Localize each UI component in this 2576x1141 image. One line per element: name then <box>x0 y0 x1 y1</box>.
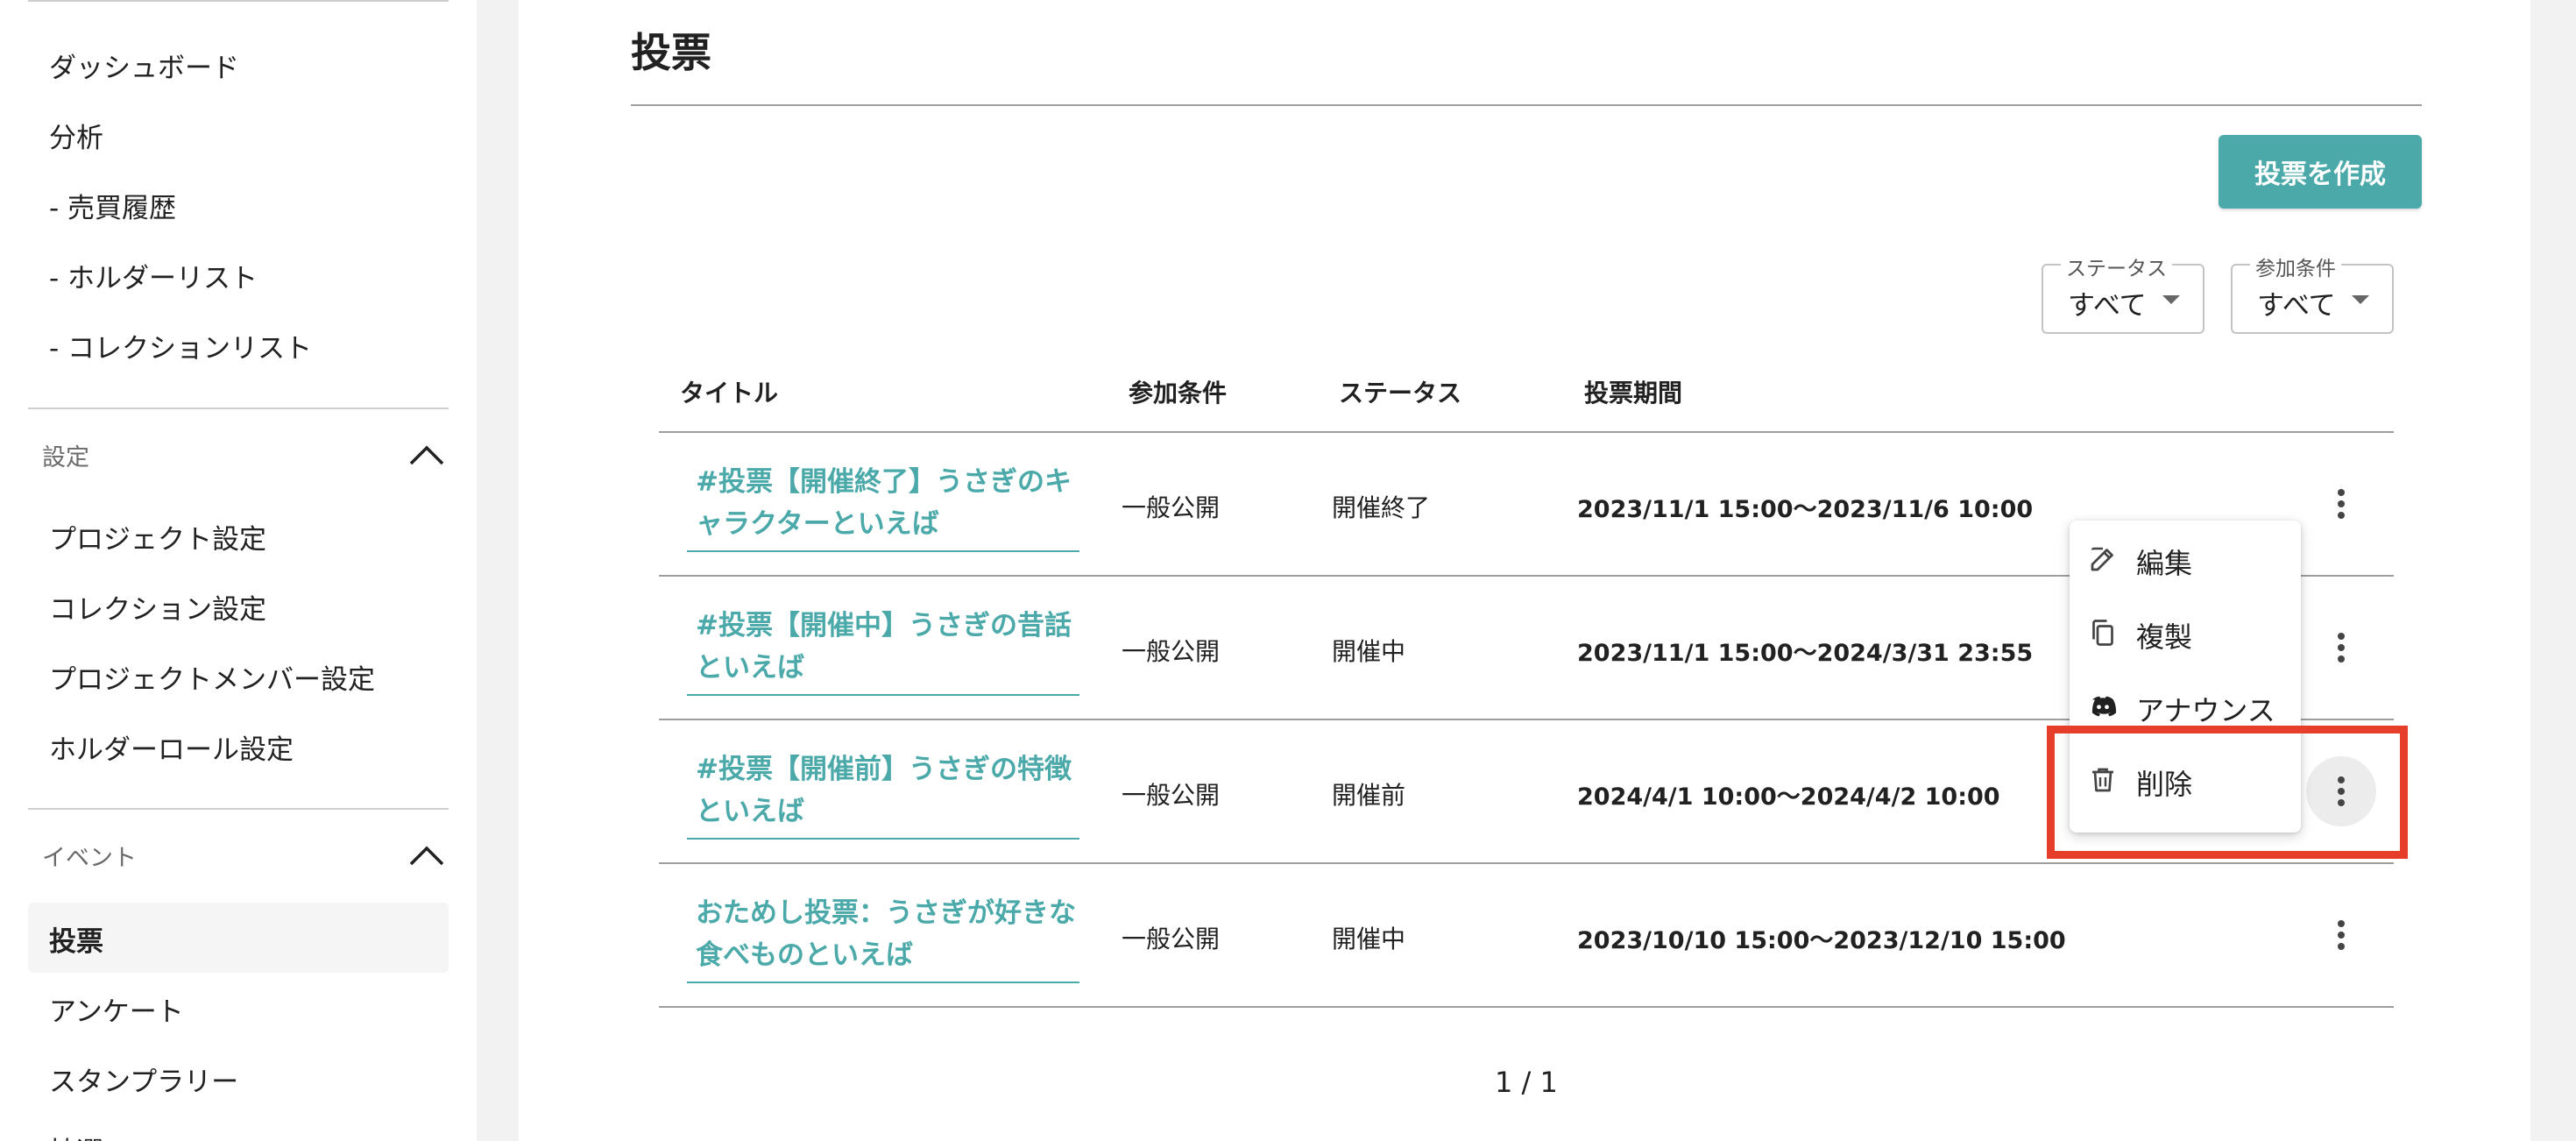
title-divider <box>631 104 2422 106</box>
column-header-status: ステータス <box>1339 379 1462 408</box>
more-vertical-icon <box>2338 633 2345 663</box>
sidebar-item-holder-role-settings[interactable]: ホルダーロール設定 <box>49 727 294 767</box>
more-options-button[interactable] <box>2306 900 2376 970</box>
row-status: 開催終了 <box>1332 493 1431 522</box>
vote-title-link[interactable]: おためし投票：うさぎが好きな食べものといえば <box>687 892 1079 983</box>
caret-down-icon <box>2162 295 2180 304</box>
row-condition: 一般公開 <box>1122 637 1221 666</box>
caret-down-icon <box>2352 295 2369 304</box>
menu-item-label: 編集 <box>2136 547 2193 580</box>
row-status: 開催中 <box>1332 925 1406 953</box>
delete-highlight-annotation <box>2047 726 2408 859</box>
sidebar-section-settings[interactable]: 設定 <box>42 438 89 472</box>
more-vertical-icon <box>2338 920 2345 950</box>
sidebar-item-vote[interactable]: 投票 <box>49 919 103 959</box>
sidebar-item-stamp-rally[interactable]: スタンプラリー <box>49 1060 238 1099</box>
sidebar-item-lottery[interactable]: 抽選 <box>49 1130 103 1141</box>
sidebar-item-project-settings[interactable]: プロジェクト設定 <box>49 517 266 556</box>
row-period: 2024/4/1 10:00〜2024/4/2 10:00 <box>1577 783 2000 811</box>
condition-filter-label: 参加条件 <box>2250 252 2341 281</box>
status-filter-select[interactable]: ステータス すべて <box>2042 252 2204 334</box>
more-vertical-icon <box>2338 489 2345 519</box>
sidebar-item-collection-list[interactable]: - コレクションリスト <box>49 326 312 365</box>
row-condition: 一般公開 <box>1122 781 1221 810</box>
copy-icon <box>2092 620 2113 646</box>
menu-item-edit[interactable]: 編集 <box>2070 521 2301 594</box>
sidebar-divider <box>28 0 449 2</box>
menu-item-label: アナウンス <box>2136 694 2275 727</box>
chevron-up-icon[interactable] <box>408 443 445 466</box>
menu-item-label: 複製 <box>2136 620 2193 654</box>
row-status: 開催中 <box>1332 637 1406 666</box>
row-condition: 一般公開 <box>1122 493 1221 522</box>
sidebar-section-events[interactable]: イベント <box>42 839 137 873</box>
sidebar: ダッシュボード 分析 - 売買履歴 - ホルダーリスト - コレクションリスト … <box>0 0 477 1141</box>
sidebar-item-collection-settings[interactable]: コレクション設定 <box>49 587 266 627</box>
edit-icon <box>2091 547 2113 571</box>
column-header-title: タイトル <box>680 379 779 408</box>
column-header-condition: 参加条件 <box>1129 379 1228 408</box>
row-status: 開催前 <box>1332 781 1406 810</box>
page-title: 投票 <box>631 29 711 76</box>
vote-title-link[interactable]: #投票【開催前】うさぎの特徴といえば <box>687 748 1079 840</box>
row-condition: 一般公開 <box>1122 925 1221 953</box>
vote-title-link[interactable]: #投票【開催終了】うさぎのキャラクターといえば <box>687 461 1079 552</box>
condition-filter-select[interactable]: 参加条件 すべて <box>2231 252 2394 334</box>
sidebar-item-member-settings[interactable]: プロジェクトメンバー設定 <box>49 657 375 697</box>
sidebar-item-survey[interactable]: アンケート <box>49 989 184 1029</box>
row-period: 2023/11/1 15:00〜2023/11/6 10:00 <box>1577 496 2034 523</box>
row-divider <box>659 1006 2394 1008</box>
row-divider <box>659 862 2394 864</box>
pagination-indicator: 1 / 1 <box>1495 1066 1558 1099</box>
create-vote-button[interactable]: 投票を作成 <box>2219 135 2422 209</box>
discord-icon <box>2091 696 2117 717</box>
sidebar-divider <box>28 408 449 409</box>
status-filter-value: すべて <box>2068 290 2147 322</box>
row-period: 2023/10/10 15:00〜2023/12/10 15:00 <box>1577 927 2066 954</box>
more-options-button[interactable] <box>2306 613 2376 683</box>
menu-item-duplicate[interactable]: 複製 <box>2070 594 2301 668</box>
sidebar-item-analytics[interactable]: 分析 <box>49 116 103 155</box>
vote-title-link[interactable]: #投票【開催中】うさぎの昔話といえば <box>687 605 1079 696</box>
column-header-period: 投票期間 <box>1584 379 1683 408</box>
sidebar-item-holder-list[interactable]: - ホルダーリスト <box>49 256 258 295</box>
condition-filter-value: すべて <box>2257 290 2336 322</box>
row-period: 2023/11/1 15:00〜2024/3/31 23:55 <box>1577 640 2034 667</box>
table-header-divider <box>659 431 2394 433</box>
status-filter-label: ステータス <box>2061 252 2172 281</box>
more-options-button[interactable] <box>2306 469 2376 539</box>
sidebar-item-dashboard[interactable]: ダッシュボード <box>49 46 239 85</box>
chevron-up-icon[interactable] <box>408 844 445 867</box>
sidebar-divider <box>28 808 449 810</box>
sidebar-item-trade-history[interactable]: - 売買履歴 <box>49 186 176 225</box>
